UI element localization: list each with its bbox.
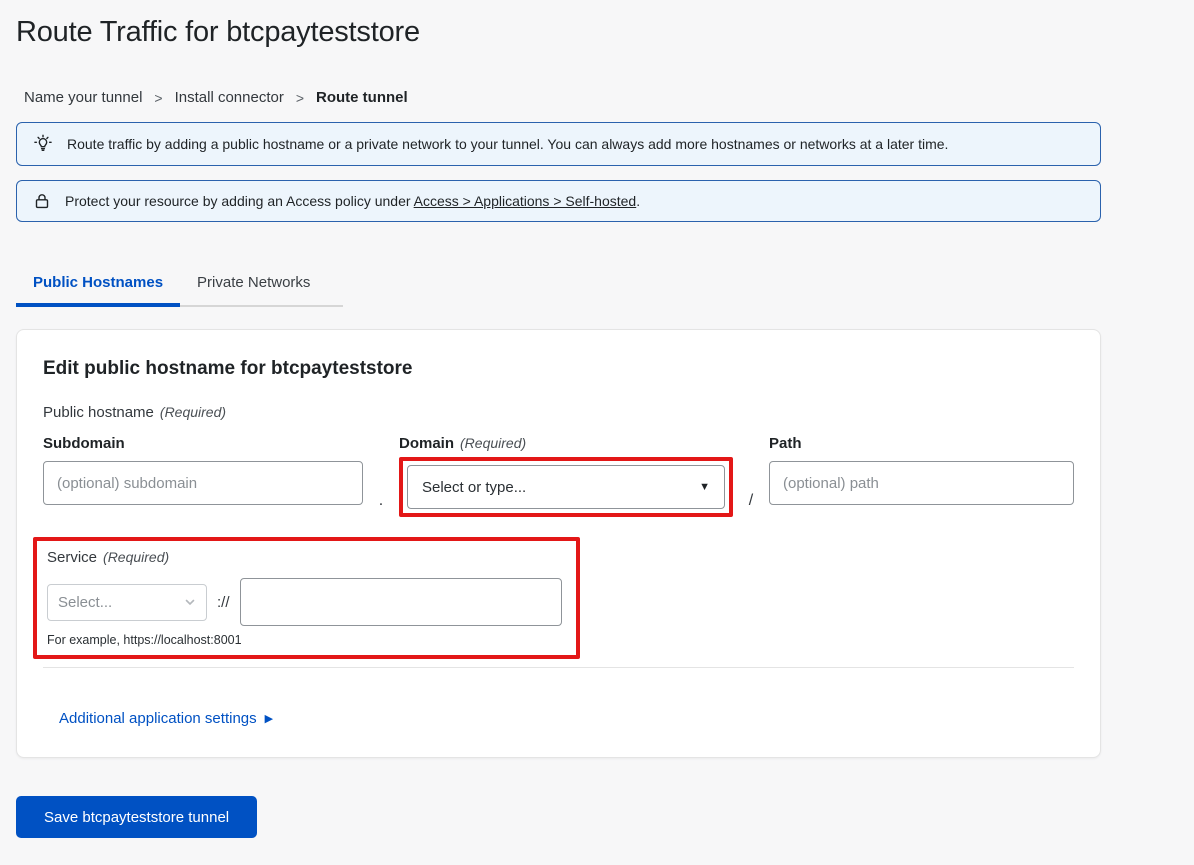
- service-type-value: Select...: [58, 594, 112, 611]
- hostname-dot-separator: .: [363, 479, 399, 523]
- hostname-slash-separator: /: [733, 479, 769, 523]
- path-field-group: Path: [769, 435, 1074, 505]
- public-hostname-required-label: (Required): [160, 404, 226, 420]
- path-input[interactable]: [769, 461, 1074, 505]
- service-section-label: Service (Required): [47, 549, 562, 566]
- additional-settings-label: Additional application settings: [59, 710, 257, 727]
- lock-icon: [33, 192, 51, 210]
- chevron-down-icon: ▼: [699, 481, 710, 493]
- service-required-label: (Required): [103, 549, 169, 565]
- access-policy-info-banner: Protect your resource by adding an Acces…: [16, 180, 1101, 222]
- hostname-fields-row: Subdomain . Domain (Required) Select or t…: [43, 435, 1074, 523]
- breadcrumb-item-name-your-tunnel[interactable]: Name your tunnel: [24, 89, 142, 106]
- hostname-network-tabs: Public Hostnames Private Networks: [16, 264, 343, 307]
- tab-private-networks[interactable]: Private Networks: [180, 264, 327, 307]
- domain-label: Domain: [399, 435, 454, 452]
- domain-required-label: (Required): [460, 435, 526, 451]
- domain-select-value: Select or type...: [422, 479, 526, 496]
- service-label: Service: [47, 549, 97, 566]
- subdomain-input[interactable]: [43, 461, 363, 505]
- service-helper-text: For example, https://localhost:8001: [47, 633, 562, 647]
- service-controls-row: Select... ://: [47, 578, 562, 626]
- domain-field-group: Domain (Required) Select or type... ▼: [399, 435, 733, 517]
- access-policy-text-after: .: [636, 193, 640, 209]
- lightbulb-icon: [33, 134, 53, 154]
- path-label: Path: [769, 435, 1074, 452]
- breadcrumb-item-route-tunnel: Route tunnel: [316, 89, 408, 106]
- access-policy-info-text: Protect your resource by adding an Acces…: [65, 193, 640, 209]
- domain-select[interactable]: Select or type... ▼: [407, 465, 725, 509]
- page-container: Route Traffic for btcpayteststore Name y…: [0, 0, 1194, 838]
- card-heading: Edit public hostname for btcpayteststore: [43, 358, 1074, 380]
- page-title: Route Traffic for btcpayteststore: [16, 16, 1178, 49]
- subdomain-field-group: Subdomain: [43, 435, 363, 505]
- route-traffic-info-banner: Route traffic by adding a public hostnam…: [16, 122, 1101, 166]
- access-applications-self-hosted-link[interactable]: Access > Applications > Self-hosted: [414, 193, 637, 209]
- breadcrumb-separator: >: [154, 90, 162, 106]
- breadcrumb: Name your tunnel > Install connector > R…: [16, 89, 1178, 106]
- card-divider: [43, 667, 1074, 668]
- route-traffic-info-text: Route traffic by adding a public hostnam…: [67, 136, 948, 152]
- public-hostname-label: Public hostname: [43, 404, 154, 421]
- service-type-select[interactable]: Select...: [47, 584, 207, 621]
- domain-label-row: Domain (Required): [399, 435, 733, 452]
- edit-public-hostname-card: Edit public hostname for btcpayteststore…: [16, 329, 1101, 758]
- public-hostname-section-label: Public hostname (Required): [43, 404, 1074, 421]
- annotation-box-domain: Select or type... ▼: [399, 457, 733, 517]
- annotation-box-service: Service (Required) Select... :// For exam…: [33, 537, 580, 659]
- service-scheme-separator: ://: [217, 594, 230, 611]
- breadcrumb-separator: >: [296, 90, 304, 106]
- service-url-input[interactable]: [240, 578, 562, 626]
- additional-application-settings-toggle[interactable]: Additional application settings ▶: [59, 710, 273, 727]
- access-policy-text-before: Protect your resource by adding an Acces…: [65, 193, 414, 209]
- chevron-right-icon: ▶: [265, 712, 273, 725]
- save-tunnel-button[interactable]: Save btcpayteststore tunnel: [16, 796, 257, 838]
- tab-public-hostnames[interactable]: Public Hostnames: [16, 264, 180, 307]
- subdomain-label: Subdomain: [43, 435, 363, 452]
- chevron-down-icon: [184, 596, 196, 608]
- breadcrumb-item-install-connector[interactable]: Install connector: [175, 89, 284, 106]
